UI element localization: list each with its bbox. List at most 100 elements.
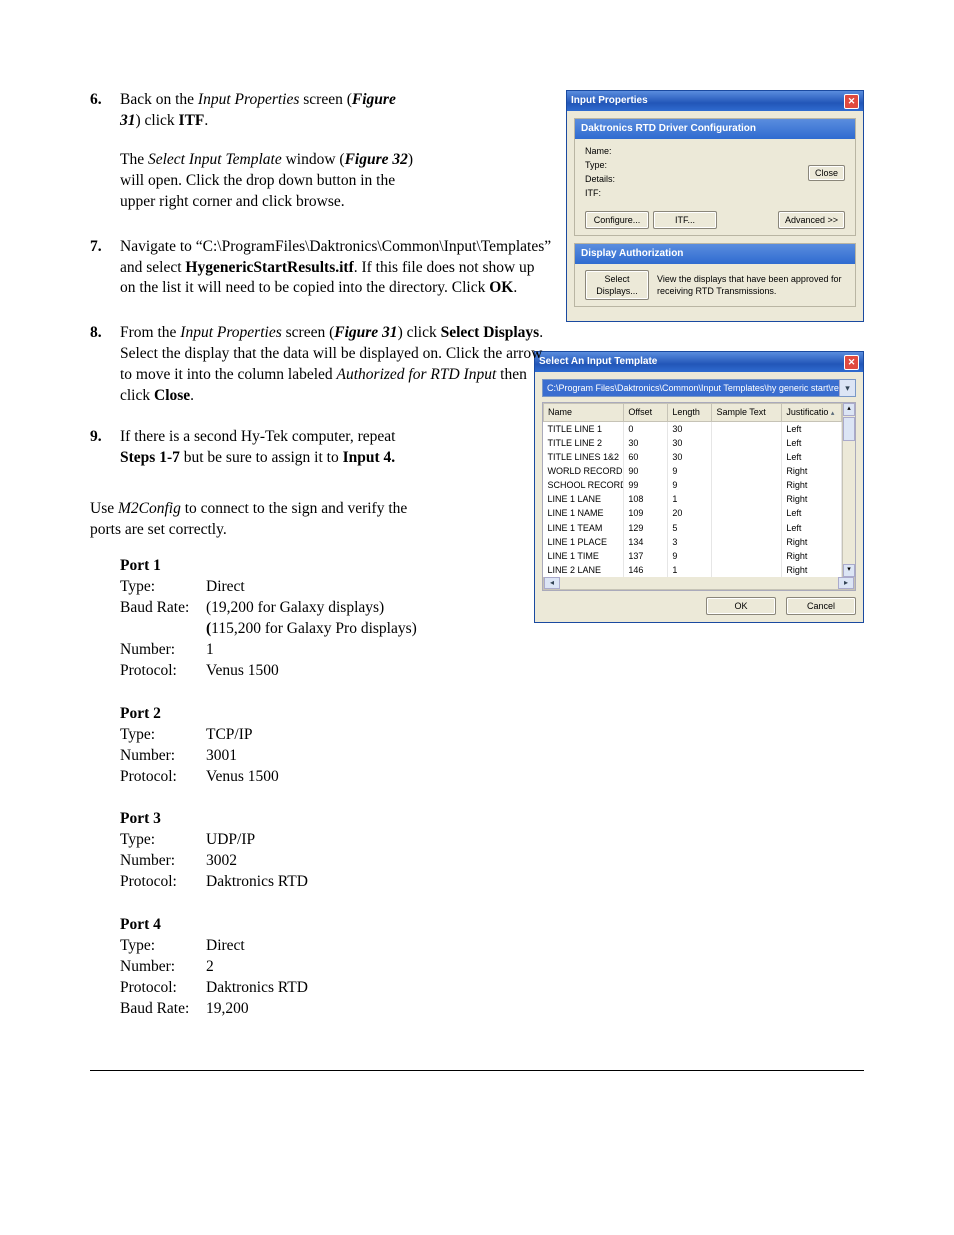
table-row[interactable]: LINE 1 TIME1379Right xyxy=(544,549,842,563)
port-field-label: Number: xyxy=(120,640,206,661)
port-field-label: Protocol: xyxy=(120,661,206,682)
footer-rule xyxy=(90,1070,864,1071)
port-line: Number:3001 xyxy=(120,746,864,767)
cancel-button[interactable]: Cancel xyxy=(786,597,856,615)
port-field-value: (115,200 for Galaxy Pro displays) xyxy=(206,619,417,640)
port-field-value: 19,200 xyxy=(206,999,249,1020)
port-block: Port 2Type:TCP/IPNumber:3001Protocol:Ven… xyxy=(120,704,864,788)
port-line: (115,200 for Galaxy Pro displays) xyxy=(120,619,520,640)
port-field-value: 1 xyxy=(206,640,214,661)
table-row[interactable]: TITLE LINE 23030Left xyxy=(544,436,842,450)
scroll-left-icon[interactable]: ◂ xyxy=(544,577,560,589)
table-row[interactable]: LINE 1 TEAM1295Left xyxy=(544,521,842,535)
label-itf: ITF: xyxy=(585,187,808,199)
port-title: Port 3 xyxy=(120,809,864,830)
scroll-right-icon[interactable]: ▸ xyxy=(838,577,854,589)
port-field-label xyxy=(120,619,206,640)
window-title: Input Properties xyxy=(571,94,648,108)
scroll-thumb[interactable] xyxy=(843,417,855,441)
vertical-scrollbar[interactable]: ▴ ▾ xyxy=(842,403,855,577)
figure-select-input-template: Select An Input Template ✕ C:\Program Fi… xyxy=(534,351,864,623)
column-header[interactable]: Length xyxy=(668,404,712,421)
table-row[interactable]: TITLE LINES 1&26030Left xyxy=(544,450,842,464)
port-line: Number:1 xyxy=(120,640,864,661)
table-row[interactable]: SCHOOL RECORD999Right xyxy=(544,478,842,492)
port-field-value: 3001 xyxy=(206,746,237,767)
port-line: Number:3002 xyxy=(120,851,864,872)
port-field-value: Direct xyxy=(206,577,245,598)
column-header[interactable]: Offset xyxy=(624,404,668,421)
port-line: Protocol:Daktronics RTD xyxy=(120,978,864,999)
close-button[interactable]: Close xyxy=(808,165,845,181)
table-row[interactable]: LINE 1 PLACE1343Right xyxy=(544,535,842,549)
port-field-label: Protocol: xyxy=(120,872,206,893)
port-line: Type:TCP/IP xyxy=(120,725,864,746)
step-number: 7. xyxy=(90,237,120,300)
port-field-value: 3002 xyxy=(206,851,237,872)
chevron-down-icon[interactable]: ▾ xyxy=(839,380,855,396)
port-line: Number:2 xyxy=(120,957,864,978)
step-number: 8. xyxy=(90,323,120,407)
step8-para1: From the Input Properties screen (Figure… xyxy=(120,323,552,407)
port-field-label: Type: xyxy=(120,725,206,746)
port-field-label: Number: xyxy=(120,957,206,978)
itf-button[interactable]: ITF... xyxy=(653,211,717,229)
port-field-label: Type: xyxy=(120,936,206,957)
auth-description: View the displays that have been approve… xyxy=(657,273,845,297)
port-line: Type:Direct xyxy=(120,577,520,598)
port-line: Protocol:Venus 1500 xyxy=(120,661,864,682)
step9-para1: If there is a second Hy-Tek computer, re… xyxy=(120,427,420,469)
template-fields-grid[interactable]: NameOffsetLengthSample TextJustificatio … xyxy=(542,402,856,591)
port-field-label: Baud Rate: xyxy=(120,598,206,619)
port-field-value: 2 xyxy=(206,957,214,978)
template-path-combobox[interactable]: C:\Program Files\Daktronics\Common\Input… xyxy=(542,379,856,397)
step6-para1: Back on the Input Properties screen (Fig… xyxy=(120,90,420,132)
port-line: Protocol:Daktronics RTD xyxy=(120,872,864,893)
port-field-label: Number: xyxy=(120,746,206,767)
table-row[interactable]: LINE 1 LANE1081Right xyxy=(544,492,842,506)
advanced-button[interactable]: Advanced >> xyxy=(778,211,845,229)
port-field-value: Venus 1500 xyxy=(206,661,279,682)
close-icon[interactable]: ✕ xyxy=(844,355,859,370)
window-title: Select An Input Template xyxy=(539,355,657,369)
port-field-value: Direct xyxy=(206,936,245,957)
scroll-down-icon[interactable]: ▾ xyxy=(843,564,855,577)
port-title: Port 4 xyxy=(120,915,864,936)
port-field-label: Type: xyxy=(120,577,206,598)
table-row[interactable]: WORLD RECORD909Right xyxy=(544,464,842,478)
configure-button[interactable]: Configure... xyxy=(585,211,649,229)
sort-asc-icon: ▴ xyxy=(831,410,835,417)
scroll-up-icon[interactable]: ▴ xyxy=(843,403,855,416)
table-row[interactable]: TITLE LINE 1030Left xyxy=(544,421,842,436)
column-header[interactable]: Sample Text xyxy=(712,404,782,421)
label-name: Name: xyxy=(585,145,808,157)
table-row[interactable]: LINE 2 LANE1461Right xyxy=(544,563,842,577)
close-icon[interactable]: ✕ xyxy=(844,94,859,109)
select-displays-button[interactable]: Select Displays... xyxy=(585,270,649,300)
port-line: Type:UDP/IP xyxy=(120,830,864,851)
step7-para1: Navigate to “C:\ProgramFiles\Daktronics\… xyxy=(120,237,552,300)
port-line: Baud Rate:(19,200 for Galaxy displays) xyxy=(120,598,520,619)
port-line: Type:Direct xyxy=(120,936,864,957)
port-block: Port 4Type:DirectNumber:2Protocol:Daktro… xyxy=(120,915,864,1020)
port-block: Port 3Type:UDP/IPNumber:3002Protocol:Dak… xyxy=(120,809,864,893)
label-type: Type: xyxy=(585,159,808,171)
port-field-label: Number: xyxy=(120,851,206,872)
port-field-value: UDP/IP xyxy=(206,830,255,851)
port-field-value: Daktronics RTD xyxy=(206,978,308,999)
port-field-label: Protocol: xyxy=(120,978,206,999)
step6-para2: The Select Input Template window (Figure… xyxy=(120,150,420,213)
port-title: Port 2 xyxy=(120,704,864,725)
column-header[interactable]: Justificatio ▴ xyxy=(782,404,842,421)
step-number: 6. xyxy=(90,90,120,213)
step-number: 9. xyxy=(90,427,120,469)
table-row[interactable]: LINE 1 NAME10920Left xyxy=(544,506,842,520)
ok-button[interactable]: OK xyxy=(706,597,776,615)
label-details: Details: xyxy=(585,173,808,185)
post-steps-paragraph: Use M2Config to connect to the sign and … xyxy=(90,499,420,541)
port-field-value: TCP/IP xyxy=(206,725,253,746)
port-field-label: Protocol: xyxy=(120,767,206,788)
horizontal-scrollbar[interactable]: ◂ ▸ xyxy=(543,577,855,590)
column-header[interactable]: Name xyxy=(544,404,624,421)
section-header-display-auth: Display Authorization xyxy=(575,244,855,264)
